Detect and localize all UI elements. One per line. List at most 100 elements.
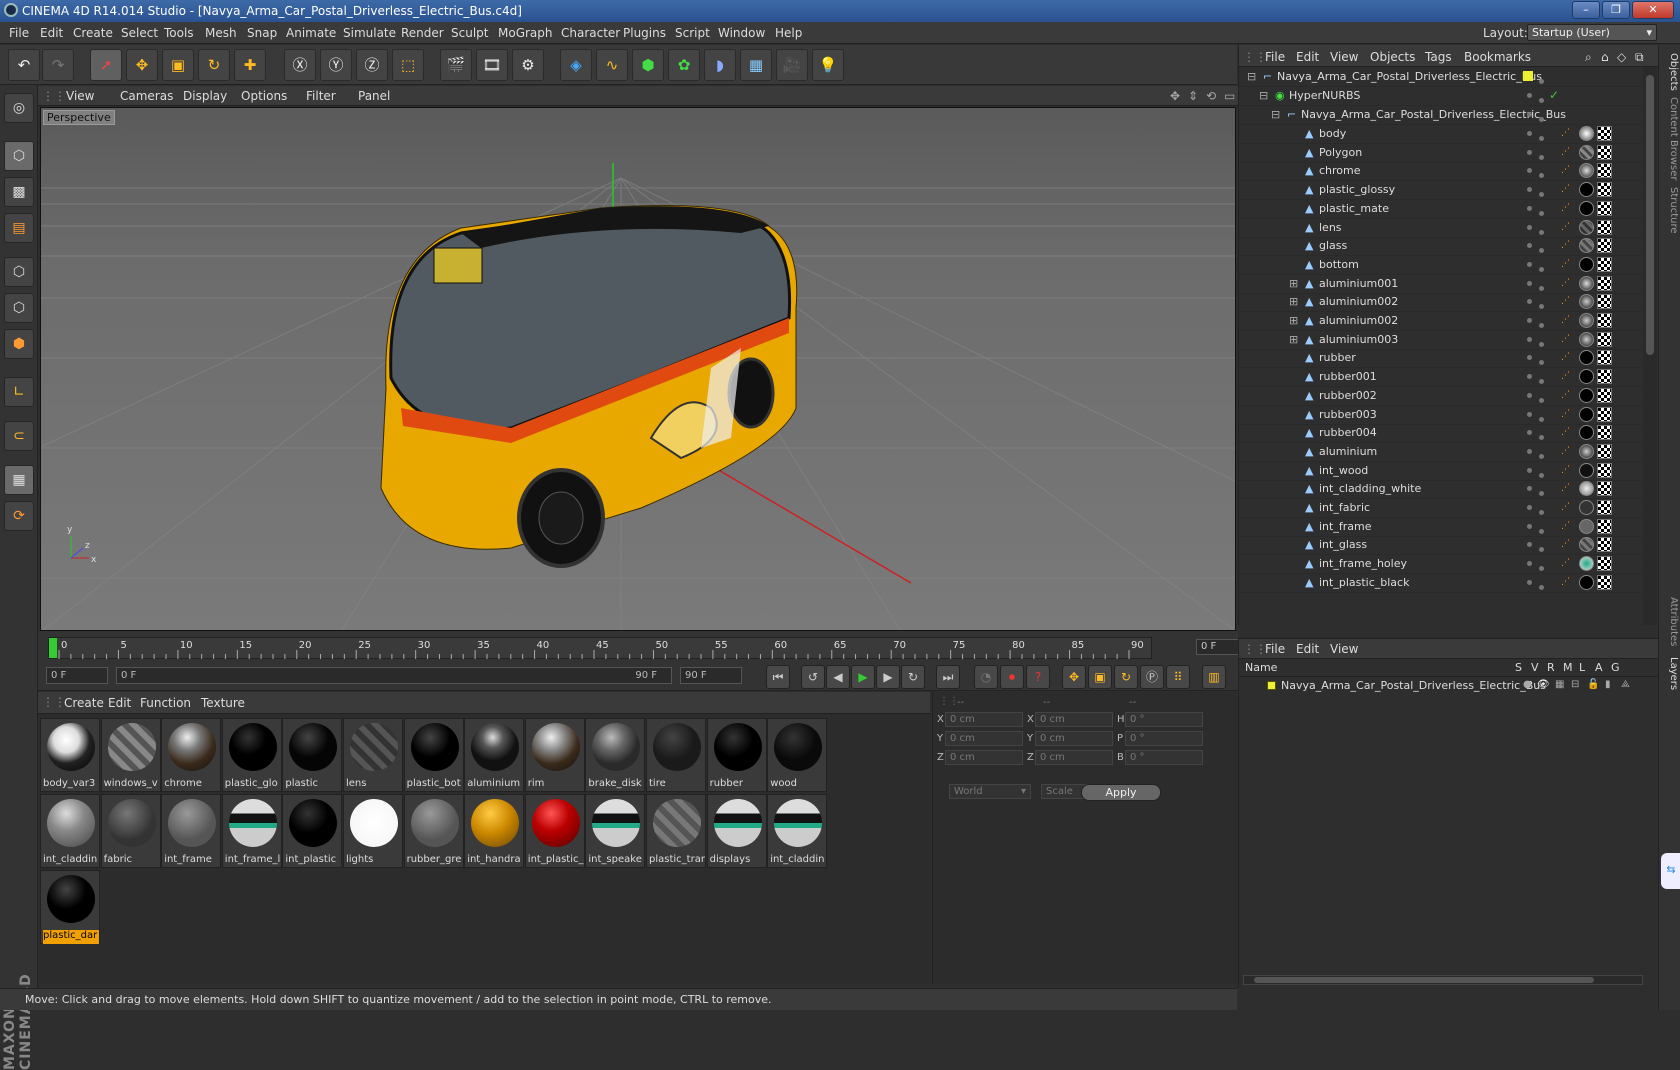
timeline-ruler[interactable]: 0 5 10 15 20 25 30 35 40 45 50 55 60 65 70 75 80 85 90 (48, 637, 1152, 659)
phong-tag-icon[interactable]: ⋰ (1561, 296, 1570, 306)
material-tag-icon[interactable] (1579, 443, 1594, 459)
uvw-tag-icon[interactable] (1597, 182, 1612, 198)
menu-script[interactable]: Script (675, 26, 710, 40)
menu-sculpt[interactable]: Sculpt (451, 26, 488, 40)
editor-visibility-dot[interactable] (1527, 261, 1532, 267)
expand-toggle-icon[interactable]: ⊞ (1289, 333, 1298, 346)
play-icon[interactable]: ▶ (851, 665, 875, 689)
object-row[interactable]: ▲ plastic_mate ⋰ (1239, 199, 1643, 219)
light-icon[interactable]: 💡 (812, 49, 844, 81)
spline-pen-icon[interactable]: ∿ (596, 49, 628, 81)
polygons-mode-icon[interactable]: ⬢ (4, 329, 34, 359)
edges-mode-icon[interactable]: ⬡ (4, 293, 34, 323)
uvw-tag-icon[interactable] (1597, 200, 1612, 216)
coord-value-field[interactable]: 0 cm (945, 750, 1023, 765)
camera-icon[interactable]: 🎥 (776, 49, 808, 81)
object-row[interactable]: ▲ int_frame_holey ⋰ (1239, 554, 1643, 575)
editor-visibility-dot[interactable] (1527, 299, 1532, 305)
material-menu-function[interactable]: Function (140, 696, 191, 710)
editor-visibility-dot[interactable] (1527, 430, 1532, 436)
phong-tag-icon[interactable]: ⋰ (1561, 278, 1570, 288)
phong-tag-icon[interactable]: ⋰ (1561, 315, 1570, 325)
material-thumbnail[interactable]: body_var3 (40, 718, 100, 792)
object-row[interactable]: ⊞ ▲ aluminium002 ⋰ (1239, 311, 1643, 331)
material-thumbnail[interactable]: windows_v (100, 718, 161, 792)
render-visibility-dot[interactable] (1539, 248, 1544, 254)
uvw-tag-icon[interactable] (1597, 350, 1612, 366)
object-name[interactable]: rubber (1319, 351, 1356, 364)
menu-mesh[interactable]: Mesh (205, 26, 237, 40)
material-menu-create[interactable]: Create (64, 696, 104, 710)
object-name[interactable]: glass (1319, 239, 1347, 252)
object-row[interactable]: ⊞ ▲ aluminium003 ⋰ (1239, 330, 1643, 350)
layer-color-swatch[interactable] (1523, 71, 1533, 81)
object-name[interactable]: plastic_mate (1319, 202, 1389, 215)
coord-value-field[interactable]: 0 cm (945, 731, 1023, 746)
render-visibility-dot[interactable] (1539, 304, 1544, 310)
timeline[interactable]: 0 5 10 15 20 25 30 35 40 45 50 55 60 65 70 75 80 85 90 0 F (38, 631, 1266, 661)
editor-visibility-dot[interactable] (1527, 280, 1532, 286)
material-tag-icon[interactable] (1579, 350, 1594, 366)
object-scrollbar[interactable] (1643, 67, 1657, 625)
cube-primitive-icon[interactable]: ◈ (560, 49, 592, 81)
material-tag-icon[interactable] (1579, 331, 1594, 347)
deformer-icon[interactable]: ◗ (704, 49, 736, 81)
z-axis-lock-icon[interactable]: Ⓩ (356, 49, 388, 81)
texture-mode-icon[interactable]: ▩ (4, 177, 34, 207)
objects-menu-view[interactable]: View (1330, 50, 1358, 64)
phong-tag-icon[interactable]: ⋰ (1561, 128, 1570, 138)
coord-value-field[interactable]: 0 cm (1035, 731, 1113, 746)
key-parameter-icon[interactable]: Ⓟ (1140, 665, 1164, 689)
expand-toggle-icon[interactable]: ⊞ (1289, 277, 1298, 290)
object-name[interactable]: int_glass (1319, 538, 1367, 551)
material-tag-icon[interactable] (1579, 126, 1594, 141)
filter-icon[interactable]: ◇ (1617, 50, 1626, 64)
render-visibility-dot[interactable] (1539, 323, 1544, 328)
uvw-tag-icon[interactable] (1597, 238, 1612, 254)
rotate-tool-icon[interactable]: ↻ (198, 49, 230, 81)
phong-tag-icon[interactable]: ⋰ (1561, 558, 1570, 568)
material-thumbnail[interactable]: brake_disk (585, 718, 646, 792)
object-row[interactable]: ⊞ ▲ aluminium002 ⋰ (1239, 292, 1643, 313)
uvw-tag-icon[interactable] (1597, 425, 1612, 441)
material-thumbnail[interactable]: aluminium (464, 718, 525, 792)
object-row[interactable]: ▲ plastic_glossy ⋰ (1239, 180, 1643, 201)
material-thumbnail[interactable]: int_speake (585, 794, 646, 868)
uvw-tag-icon[interactable] (1597, 331, 1612, 347)
uvw-tag-icon[interactable] (1597, 219, 1612, 235)
object-name[interactable]: lens (1319, 221, 1342, 234)
material-tag-icon[interactable] (1579, 200, 1594, 216)
uvw-tag-icon[interactable] (1597, 443, 1612, 459)
object-row[interactable]: ⊟ ◉ HyperNURBS ✓ (1239, 86, 1643, 106)
render-visibility-dot[interactable] (1539, 547, 1544, 553)
uvw-tag-icon[interactable] (1597, 256, 1612, 272)
material-tag-icon[interactable] (1579, 481, 1594, 497)
coord-value-field[interactable]: 0 ° (1125, 750, 1203, 765)
coord-value-field[interactable]: 0 cm (1035, 750, 1113, 765)
autokey-icon[interactable]: ⏺ (1000, 665, 1024, 689)
render-visibility-dot[interactable] (1539, 566, 1544, 572)
object-row[interactable]: ▲ rubber004 ⋰ (1239, 423, 1643, 444)
scrollbar-thumb[interactable] (1254, 977, 1594, 983)
phong-tag-icon[interactable]: ⋰ (1561, 427, 1570, 437)
keyframe-help-icon[interactable]: ? (1026, 665, 1050, 689)
viewport-rotate-icon[interactable]: ⟲ (1206, 89, 1216, 103)
render-visibility-dot[interactable] (1539, 397, 1544, 403)
render-visibility-dot[interactable] (1539, 192, 1544, 198)
go-to-start-icon[interactable]: ⏮ (766, 665, 790, 689)
locked-workplane-icon[interactable]: ▦ (4, 465, 34, 495)
editor-visibility-dot[interactable] (1527, 243, 1532, 249)
layout-select[interactable]: Startup (User) ▾ (1527, 24, 1657, 41)
material-tag-icon[interactable] (1579, 182, 1594, 198)
move-tool-icon[interactable]: ✥ (126, 49, 158, 81)
scrollbar-thumb[interactable] (1646, 75, 1654, 355)
object-name[interactable]: aluminium002 (1319, 295, 1398, 308)
object-name[interactable]: aluminium002 (1319, 314, 1398, 327)
layer-color-swatch[interactable] (1267, 681, 1276, 690)
expand-toggle-icon[interactable]: ⊞ (1289, 314, 1298, 327)
object-name[interactable]: rubber003 (1319, 408, 1377, 421)
object-row[interactable]: ▲ aluminium ⋰ (1239, 442, 1643, 462)
layer-row[interactable]: Navya_Arma_Car_Postal_Driverless_Electri… (1239, 677, 1643, 695)
go-to-end-icon[interactable]: ⏭ (936, 665, 960, 689)
home-icon[interactable]: ⌂ (1601, 50, 1609, 64)
